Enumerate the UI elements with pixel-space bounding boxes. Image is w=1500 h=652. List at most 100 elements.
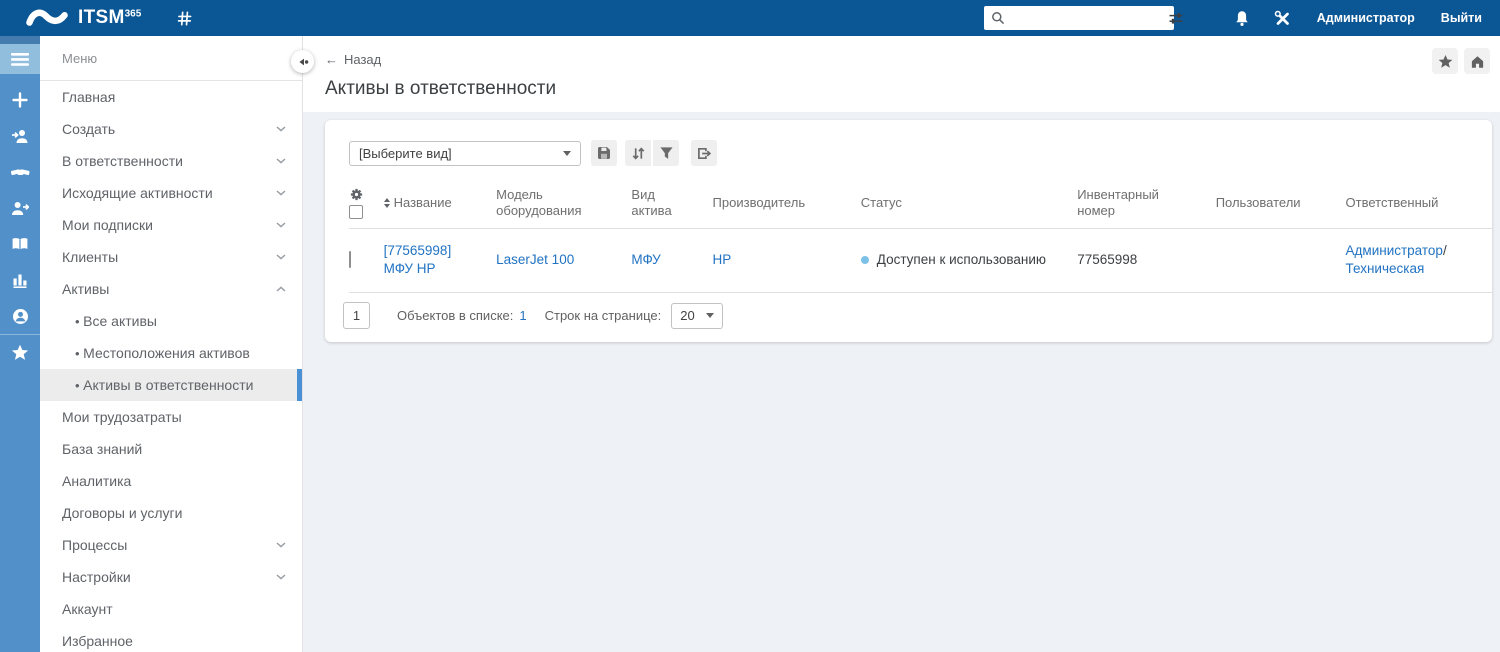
sidebar-item-timesheets[interactable]: Мои трудозатраты bbox=[40, 401, 302, 433]
sidebar-item-label: Договоры и услуги bbox=[62, 505, 183, 521]
responsible-link[interactable]: Техническая bbox=[1346, 261, 1425, 276]
sidebar-item-account[interactable]: Аккаунт bbox=[40, 593, 302, 625]
cell-inventory-number: 77565998 bbox=[1077, 228, 1216, 293]
sidebar-item-knowledge-base[interactable]: База знаний bbox=[40, 433, 302, 465]
row-checkbox[interactable] bbox=[349, 251, 351, 268]
sidebar-item-label: Процессы bbox=[62, 537, 128, 553]
account-icon[interactable] bbox=[0, 298, 40, 334]
cell-users bbox=[1215, 228, 1346, 293]
search-icon bbox=[991, 11, 1005, 25]
menu-title: Меню bbox=[40, 36, 302, 81]
sidebar-item-label: Активы в ответственности bbox=[75, 377, 253, 393]
rows-per-page-value: 20 bbox=[680, 308, 695, 323]
sidebar-item-contracts-services[interactable]: Договоры и услуги bbox=[40, 497, 302, 529]
column-header-inventory-number[interactable]: Инвентарный номер bbox=[1077, 178, 1216, 229]
favorite-button[interactable] bbox=[1432, 48, 1458, 74]
main-content: ← Назад Активы в ответственности [Выбери… bbox=[303, 36, 1500, 652]
sidebar-item-asset-locations[interactable]: Местоположения активов bbox=[40, 337, 302, 369]
sidebar-item-all-assets[interactable]: Все активы bbox=[40, 305, 302, 337]
home-button[interactable] bbox=[1464, 48, 1490, 74]
column-header-asset-kind[interactable]: Вид актива bbox=[631, 178, 713, 229]
cell-responsible: Администратор/ Техническая bbox=[1345, 228, 1492, 293]
rows-per-page-select[interactable]: 20 bbox=[671, 302, 724, 329]
cell-asset-kind: МФУ bbox=[631, 228, 713, 293]
cell-model: LaserJet 100 bbox=[496, 228, 632, 293]
export-icon bbox=[697, 146, 712, 161]
hash-icon[interactable] bbox=[177, 10, 192, 27]
column-header-name[interactable]: Название bbox=[383, 178, 497, 229]
sidebar-item-assets[interactable]: Активы bbox=[40, 273, 302, 305]
gear-icon[interactable] bbox=[349, 187, 364, 202]
select-all-checkbox[interactable] bbox=[349, 204, 363, 219]
sidebar-item-favorites[interactable]: Избранное bbox=[40, 625, 302, 652]
tools-icon[interactable] bbox=[1274, 10, 1291, 27]
chevron-down-icon bbox=[276, 574, 286, 580]
person-in-icon[interactable] bbox=[0, 118, 40, 154]
column-header-users[interactable]: Пользователи bbox=[1215, 178, 1346, 229]
sidebar-item-create[interactable]: Создать bbox=[40, 113, 302, 145]
bell-icon[interactable] bbox=[1234, 10, 1250, 27]
sidebar-item-analytics[interactable]: Аналитика bbox=[40, 465, 302, 497]
column-label: Название bbox=[393, 194, 452, 210]
caret-down-icon bbox=[706, 313, 715, 318]
sidebar-item-clients[interactable]: Клиенты bbox=[40, 241, 302, 273]
book-icon[interactable] bbox=[0, 226, 40, 262]
plus-icon[interactable] bbox=[0, 82, 40, 118]
tune-icon[interactable] bbox=[1168, 11, 1184, 26]
save-icon bbox=[597, 146, 611, 160]
sidebar-item-subscriptions[interactable]: Мои подписки bbox=[40, 209, 302, 241]
bar-chart-icon[interactable] bbox=[0, 262, 40, 298]
column-header-status[interactable]: Статус bbox=[860, 178, 1078, 229]
sort-button[interactable] bbox=[625, 140, 651, 166]
user-menu[interactable]: Администратор bbox=[1317, 11, 1415, 25]
sidebar-item-label: Мои подписки bbox=[62, 217, 153, 233]
menu-icon[interactable] bbox=[0, 44, 40, 74]
person-out-icon[interactable] bbox=[0, 190, 40, 226]
back-link[interactable]: ← Назад bbox=[325, 52, 381, 67]
handshake-icon[interactable] bbox=[0, 154, 40, 190]
sidebar-item-label: Аналитика bbox=[62, 473, 132, 489]
sidebar-item-label: Местоположения активов bbox=[75, 345, 250, 361]
manufacturer-link[interactable]: HP bbox=[713, 252, 732, 267]
brand-sup: 365 bbox=[124, 8, 142, 20]
star-icon[interactable] bbox=[0, 334, 40, 370]
sidebar-item-label: Аккаунт bbox=[62, 601, 113, 617]
logout-button[interactable]: Выйти bbox=[1441, 11, 1482, 25]
filter-button[interactable] bbox=[653, 140, 679, 166]
rows-per-page-label: Строк на странице: bbox=[544, 308, 662, 323]
chevron-down-icon bbox=[276, 190, 286, 196]
home-icon bbox=[1470, 54, 1485, 69]
sidebar-item-responsibility[interactable]: В ответственности bbox=[40, 145, 302, 177]
view-select[interactable]: [Выберите вид] bbox=[349, 140, 581, 166]
sidebar-item-assets-in-responsibility[interactable]: Активы в ответственности bbox=[40, 369, 302, 401]
sidebar-item-home[interactable]: Главная bbox=[40, 81, 302, 113]
sidebar-item-label: Избранное bbox=[62, 633, 133, 649]
global-search-input[interactable] bbox=[1008, 11, 1164, 25]
cell-name: [77565998] МФУ HP bbox=[383, 228, 497, 293]
sidebar-item-settings[interactable]: Настройки bbox=[40, 561, 302, 593]
sidebar-item-label: Клиенты bbox=[62, 249, 119, 265]
column-header-manufacturer[interactable]: Производитель bbox=[712, 178, 861, 229]
export-button[interactable] bbox=[691, 140, 717, 166]
column-header-model[interactable]: Модель оборудования bbox=[496, 178, 632, 229]
page-number-button[interactable]: 1 bbox=[343, 302, 370, 329]
page-title: Активы в ответственности bbox=[325, 78, 557, 99]
sidebar: Меню Главная Создать В ответственности И… bbox=[40, 36, 303, 652]
collapse-icon bbox=[297, 56, 309, 68]
objects-count-value[interactable]: 1 bbox=[519, 308, 526, 323]
collapse-sidebar-button[interactable] bbox=[291, 50, 314, 73]
sidebar-item-outgoing-activities[interactable]: Исходящие активности bbox=[40, 177, 302, 209]
top-bar: ITSM365 Администратор Выйти bbox=[0, 0, 1500, 36]
responsible-team-link[interactable]: Администратор bbox=[1346, 243, 1443, 258]
save-view-button[interactable] bbox=[591, 140, 617, 166]
sidebar-item-processes[interactable]: Процессы bbox=[40, 529, 302, 561]
sidebar-item-label: Активы bbox=[62, 281, 110, 297]
asset-link[interactable]: [77565998] МФУ HP bbox=[384, 243, 452, 276]
sidebar-item-label: Мои трудозатраты bbox=[62, 409, 182, 425]
chevron-up-icon bbox=[276, 286, 286, 292]
column-header-responsible[interactable]: Ответственный bbox=[1345, 178, 1492, 229]
logo[interactable]: ITSM365 bbox=[26, 6, 141, 30]
model-link[interactable]: LaserJet 100 bbox=[496, 252, 574, 267]
pagination: 1 Объектов в списке: 1 Строк на странице… bbox=[343, 302, 724, 329]
asset-kind-link[interactable]: МФУ bbox=[631, 252, 660, 267]
